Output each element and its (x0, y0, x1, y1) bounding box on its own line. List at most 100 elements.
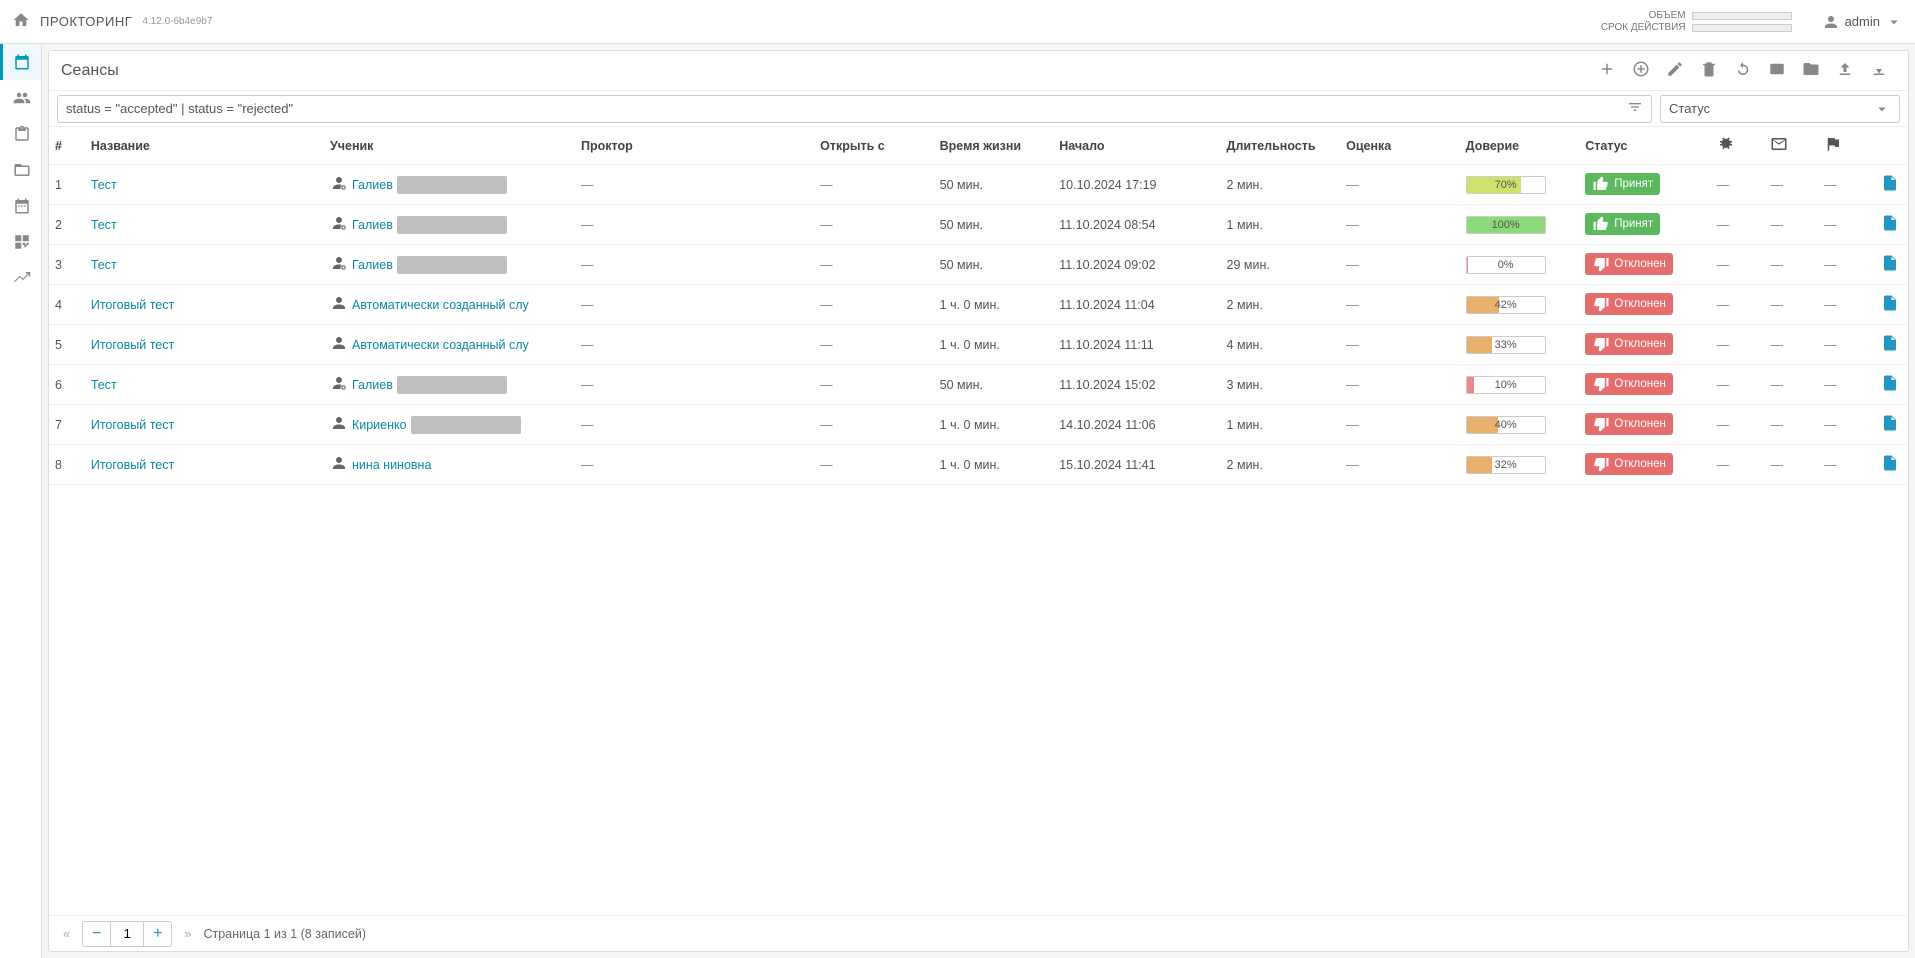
delete-icon[interactable] (1692, 60, 1726, 81)
col-duration[interactable]: Длительность (1221, 127, 1341, 165)
filter-input[interactable] (66, 101, 1627, 116)
archive-icon[interactable] (1794, 60, 1828, 81)
cell-start: 10.10.2024 17:19 (1053, 165, 1220, 205)
status-badge: Отклонен (1585, 453, 1673, 475)
col-open-from[interactable]: Открыть с (814, 127, 934, 165)
pager-first[interactable]: « (59, 926, 74, 941)
pager-input[interactable] (111, 922, 143, 946)
table-row[interactable]: 2Тест Галиев ——50 мин.11.10.2024 08:541 … (49, 205, 1908, 245)
col-n[interactable]: # (49, 127, 85, 165)
validity-label: СРОК ДЕЙСТВИЯ (1601, 22, 1686, 34)
student-icon (330, 254, 348, 275)
cell-grade: — (1340, 285, 1460, 325)
user-menu[interactable]: admin (1822, 13, 1903, 31)
download-icon[interactable] (1862, 60, 1896, 81)
col-student[interactable]: Ученик (324, 127, 575, 165)
row-file-icon[interactable] (1872, 325, 1908, 365)
sort-select[interactable]: Статус (1660, 95, 1900, 123)
row-file-icon[interactable] (1872, 365, 1908, 405)
upload-icon[interactable] (1828, 60, 1862, 81)
cell-name[interactable]: Итоговый тест (85, 325, 324, 365)
col-proctor[interactable]: Проктор (575, 127, 814, 165)
home-icon[interactable] (12, 11, 30, 32)
filter-icon[interactable] (1627, 99, 1643, 118)
student-link[interactable]: Галиев (352, 378, 393, 392)
row-file-icon[interactable] (1872, 245, 1908, 285)
cell-duration: 2 мин. (1221, 285, 1341, 325)
student-link[interactable]: Автоматически созданный слу (352, 338, 529, 352)
cell-name[interactable]: Тест (85, 205, 324, 245)
student-link[interactable]: Автоматически созданный слу (352, 298, 529, 312)
cell-name[interactable]: Тест (85, 165, 324, 205)
add-icon[interactable] (1590, 60, 1624, 81)
student-link[interactable]: нина ниновна (352, 458, 431, 472)
col-name[interactable]: Название (85, 127, 324, 165)
student-link[interactable]: Галиев (352, 178, 393, 192)
sidebar-item-analytics[interactable] (0, 260, 41, 296)
row-file-icon[interactable] (1872, 285, 1908, 325)
cell-flag: — (1818, 445, 1872, 485)
sidebar-item-sessions[interactable] (0, 44, 41, 80)
col-trust[interactable]: Доверие (1460, 127, 1580, 165)
cell-name[interactable]: Итоговый тест (85, 445, 324, 485)
student-link[interactable]: Галиев (352, 258, 393, 272)
table-row[interactable]: 3Тест Галиев ——50 мин.11.10.2024 09:0229… (49, 245, 1908, 285)
cell-grade: — (1340, 405, 1460, 445)
cell-duration: 1 мин. (1221, 205, 1341, 245)
table-row[interactable]: 1Тест Галиев ——50 мин.10.10.2024 17:192 … (49, 165, 1908, 205)
row-file-icon[interactable] (1872, 405, 1908, 445)
row-file-icon[interactable] (1872, 205, 1908, 245)
cell-student: Автоматически созданный слу (324, 325, 575, 365)
masked-text (397, 176, 507, 194)
sidebar-item-clipboard[interactable] (0, 116, 41, 152)
cell-status: Отклонен (1579, 325, 1711, 365)
table-row[interactable]: 5Итоговый тест Автоматически созданный с… (49, 325, 1908, 365)
cell-status: Принят (1579, 165, 1711, 205)
pager-prev[interactable]: − (83, 922, 111, 946)
cell-open-from: — (814, 165, 934, 205)
cell-name[interactable]: Итоговый тест (85, 285, 324, 325)
col-status[interactable]: Статус (1579, 127, 1711, 165)
cell-status: Отклонен (1579, 285, 1711, 325)
edit-icon[interactable] (1658, 60, 1692, 81)
cell-bug: — (1711, 285, 1765, 325)
student-link[interactable]: Галиев (352, 218, 393, 232)
col-flag[interactable] (1818, 127, 1872, 165)
table-row[interactable]: 4Итоговый тест Автоматически созданный с… (49, 285, 1908, 325)
cell-grade: — (1340, 325, 1460, 365)
col-bug[interactable] (1711, 127, 1765, 165)
col-start[interactable]: Начало (1053, 127, 1220, 165)
pager-last[interactable]: » (180, 926, 195, 941)
cell-name[interactable]: Тест (85, 365, 324, 405)
col-grade[interactable]: Оценка (1340, 127, 1460, 165)
cell-bug: — (1711, 205, 1765, 245)
schedule-icon[interactable] (1624, 60, 1658, 81)
table-row[interactable]: 6Тест Галиев ——50 мин.11.10.2024 15:023 … (49, 365, 1908, 405)
student-icon (330, 454, 348, 475)
cell-trust: 100% (1460, 205, 1580, 245)
pdf-icon[interactable] (1760, 60, 1794, 81)
col-lifetime[interactable]: Время жизни (934, 127, 1054, 165)
pager-next[interactable]: + (143, 922, 171, 946)
volume-label: ОБЪЕМ (1649, 10, 1686, 22)
row-file-icon[interactable] (1872, 445, 1908, 485)
table-row[interactable]: 7Итоговый тест Кириенко ——1 ч. 0 мин.14.… (49, 405, 1908, 445)
cell-student: Галиев (324, 245, 575, 285)
student-link[interactable]: Кириенко (352, 418, 407, 432)
cell-name[interactable]: Тест (85, 245, 324, 285)
row-file-icon[interactable] (1872, 165, 1908, 205)
cell-student: Кириенко (324, 405, 575, 445)
sidebar-item-folder[interactable] (0, 152, 41, 188)
cell-name[interactable]: Итоговый тест (85, 405, 324, 445)
refresh-icon[interactable] (1726, 60, 1760, 81)
sidebar-item-users[interactable] (0, 80, 41, 116)
table-row[interactable]: 8Итоговый тест нина ниновна ——1 ч. 0 мин… (49, 445, 1908, 485)
sidebar-item-widgets[interactable] (0, 224, 41, 260)
cell-start: 14.10.2024 11:06 (1053, 405, 1220, 445)
cell-grade: — (1340, 365, 1460, 405)
status-badge: Отклонен (1585, 333, 1673, 355)
cell-student: Галиев (324, 365, 575, 405)
sidebar-item-calendar[interactable] (0, 188, 41, 224)
cell-duration: 2 мин. (1221, 165, 1341, 205)
col-mail[interactable] (1764, 127, 1818, 165)
